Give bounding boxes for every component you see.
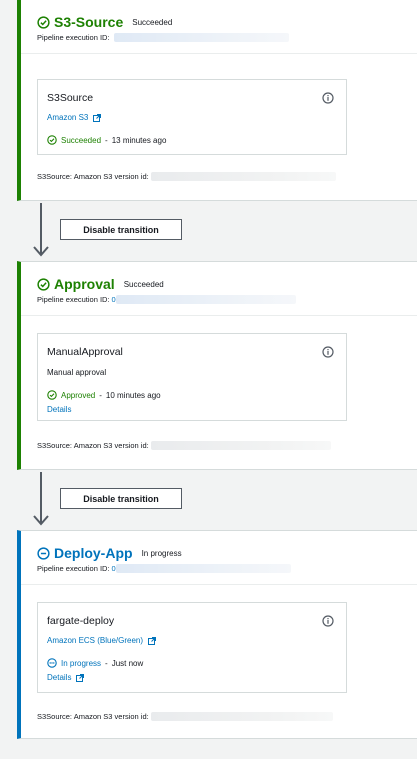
action-card-manualapproval: ManualApproval Manual approval Approved …	[37, 333, 347, 421]
version-row: S3Source: Amazon S3 version id:	[37, 441, 331, 450]
action-status: Approved - 10 minutes ago	[47, 390, 161, 400]
execution-id-label: Pipeline execution ID:	[37, 564, 110, 573]
external-link-icon	[76, 673, 85, 682]
action-time: 13 minutes ago	[111, 135, 167, 145]
details-link[interactable]: Details	[47, 673, 85, 682]
execution-id-blur	[115, 295, 296, 304]
provider-link[interactable]: Amazon ECS (Blue/Green)	[47, 636, 157, 645]
info-icon[interactable]	[322, 346, 334, 358]
stage-status: Succeeded	[132, 17, 173, 27]
action-status-label[interactable]: Approved	[61, 391, 95, 400]
progress-circle-icon	[37, 546, 50, 560]
version-id-value	[150, 441, 331, 450]
info-icon[interactable]	[322, 92, 334, 104]
version-label: S3Source: Amazon S3 version id:	[37, 441, 149, 450]
action-card-fargate-deploy: fargate-deploy Amazon ECS (Blue/Green) I…	[37, 602, 347, 693]
action-status-label[interactable]: Succeeded	[61, 136, 101, 145]
provider-label: Amazon ECS (Blue/Green)	[47, 636, 144, 645]
version-id-value	[150, 712, 333, 721]
version-row: S3Source: Amazon S3 version id:	[37, 712, 333, 721]
action-status: In progress - Just now	[47, 658, 143, 668]
action-time: Just now	[111, 658, 144, 668]
execution-id-label: Pipeline execution ID:	[37, 295, 110, 304]
action-name: S3Source	[47, 92, 94, 104]
action-name: ManualApproval	[47, 346, 123, 358]
version-label: S3Source: Amazon S3 version id:	[37, 712, 149, 721]
stage-name: S3-Source	[54, 14, 124, 30]
action-status: Succeeded - 13 minutes ago	[47, 135, 166, 145]
provider-label: Amazon S3	[47, 113, 89, 122]
stage-header: Deploy-App In progress Pipeline executio…	[21, 531, 417, 585]
stage-status: In progress	[141, 548, 182, 558]
execution-id-label: Pipeline execution ID:	[37, 33, 110, 42]
action-name: fargate-deploy	[47, 615, 115, 627]
details-link[interactable]: Details	[47, 405, 71, 414]
external-link-icon	[93, 113, 102, 122]
check-circle-icon	[47, 390, 57, 400]
disable-transition-button[interactable]: Disable transition	[60, 219, 182, 240]
stage-name: Approval	[54, 276, 115, 292]
check-circle-icon	[37, 277, 50, 291]
provider-label: Manual approval	[47, 368, 107, 377]
execution-id-blur	[115, 564, 291, 573]
action-time: 10 minutes ago	[105, 390, 161, 400]
action-card-s3source: S3Source Amazon S3 Succeeded - 13 minute…	[37, 79, 347, 155]
progress-circle-icon	[47, 658, 57, 668]
stage-status: Succeeded	[123, 279, 164, 289]
execution-id-link[interactable]	[113, 33, 289, 42]
details-label: Details	[47, 673, 72, 682]
action-status-label[interactable]: In progress	[61, 659, 101, 668]
transition-2: Disable transition	[30, 469, 182, 529]
stage-header: S3-Source Succeeded Pipeline execution I…	[21, 0, 417, 54]
stage-approval: Approval Succeeded Pipeline execution ID…	[17, 261, 417, 470]
version-id-value	[150, 172, 336, 181]
arrow-down-icon	[33, 203, 49, 257]
external-link-icon	[148, 636, 157, 645]
stage-name: Deploy-App	[54, 545, 133, 561]
stage-deploy-app: Deploy-App In progress Pipeline executio…	[17, 530, 417, 739]
check-circle-icon	[37, 15, 50, 29]
provider-link[interactable]: Amazon S3	[47, 113, 102, 122]
transition-1: Disable transition	[30, 200, 182, 260]
version-row: S3Source: Amazon S3 version id:	[37, 172, 336, 181]
version-label: S3Source: Amazon S3 version id:	[37, 172, 149, 181]
arrow-down-icon	[33, 472, 49, 526]
stage-header: Approval Succeeded Pipeline execution ID…	[21, 262, 417, 316]
check-circle-icon	[47, 135, 57, 145]
stage-s3-source: S3-Source Succeeded Pipeline execution I…	[17, 0, 417, 201]
disable-transition-button[interactable]: Disable transition	[60, 488, 182, 509]
info-icon[interactable]	[322, 615, 334, 627]
